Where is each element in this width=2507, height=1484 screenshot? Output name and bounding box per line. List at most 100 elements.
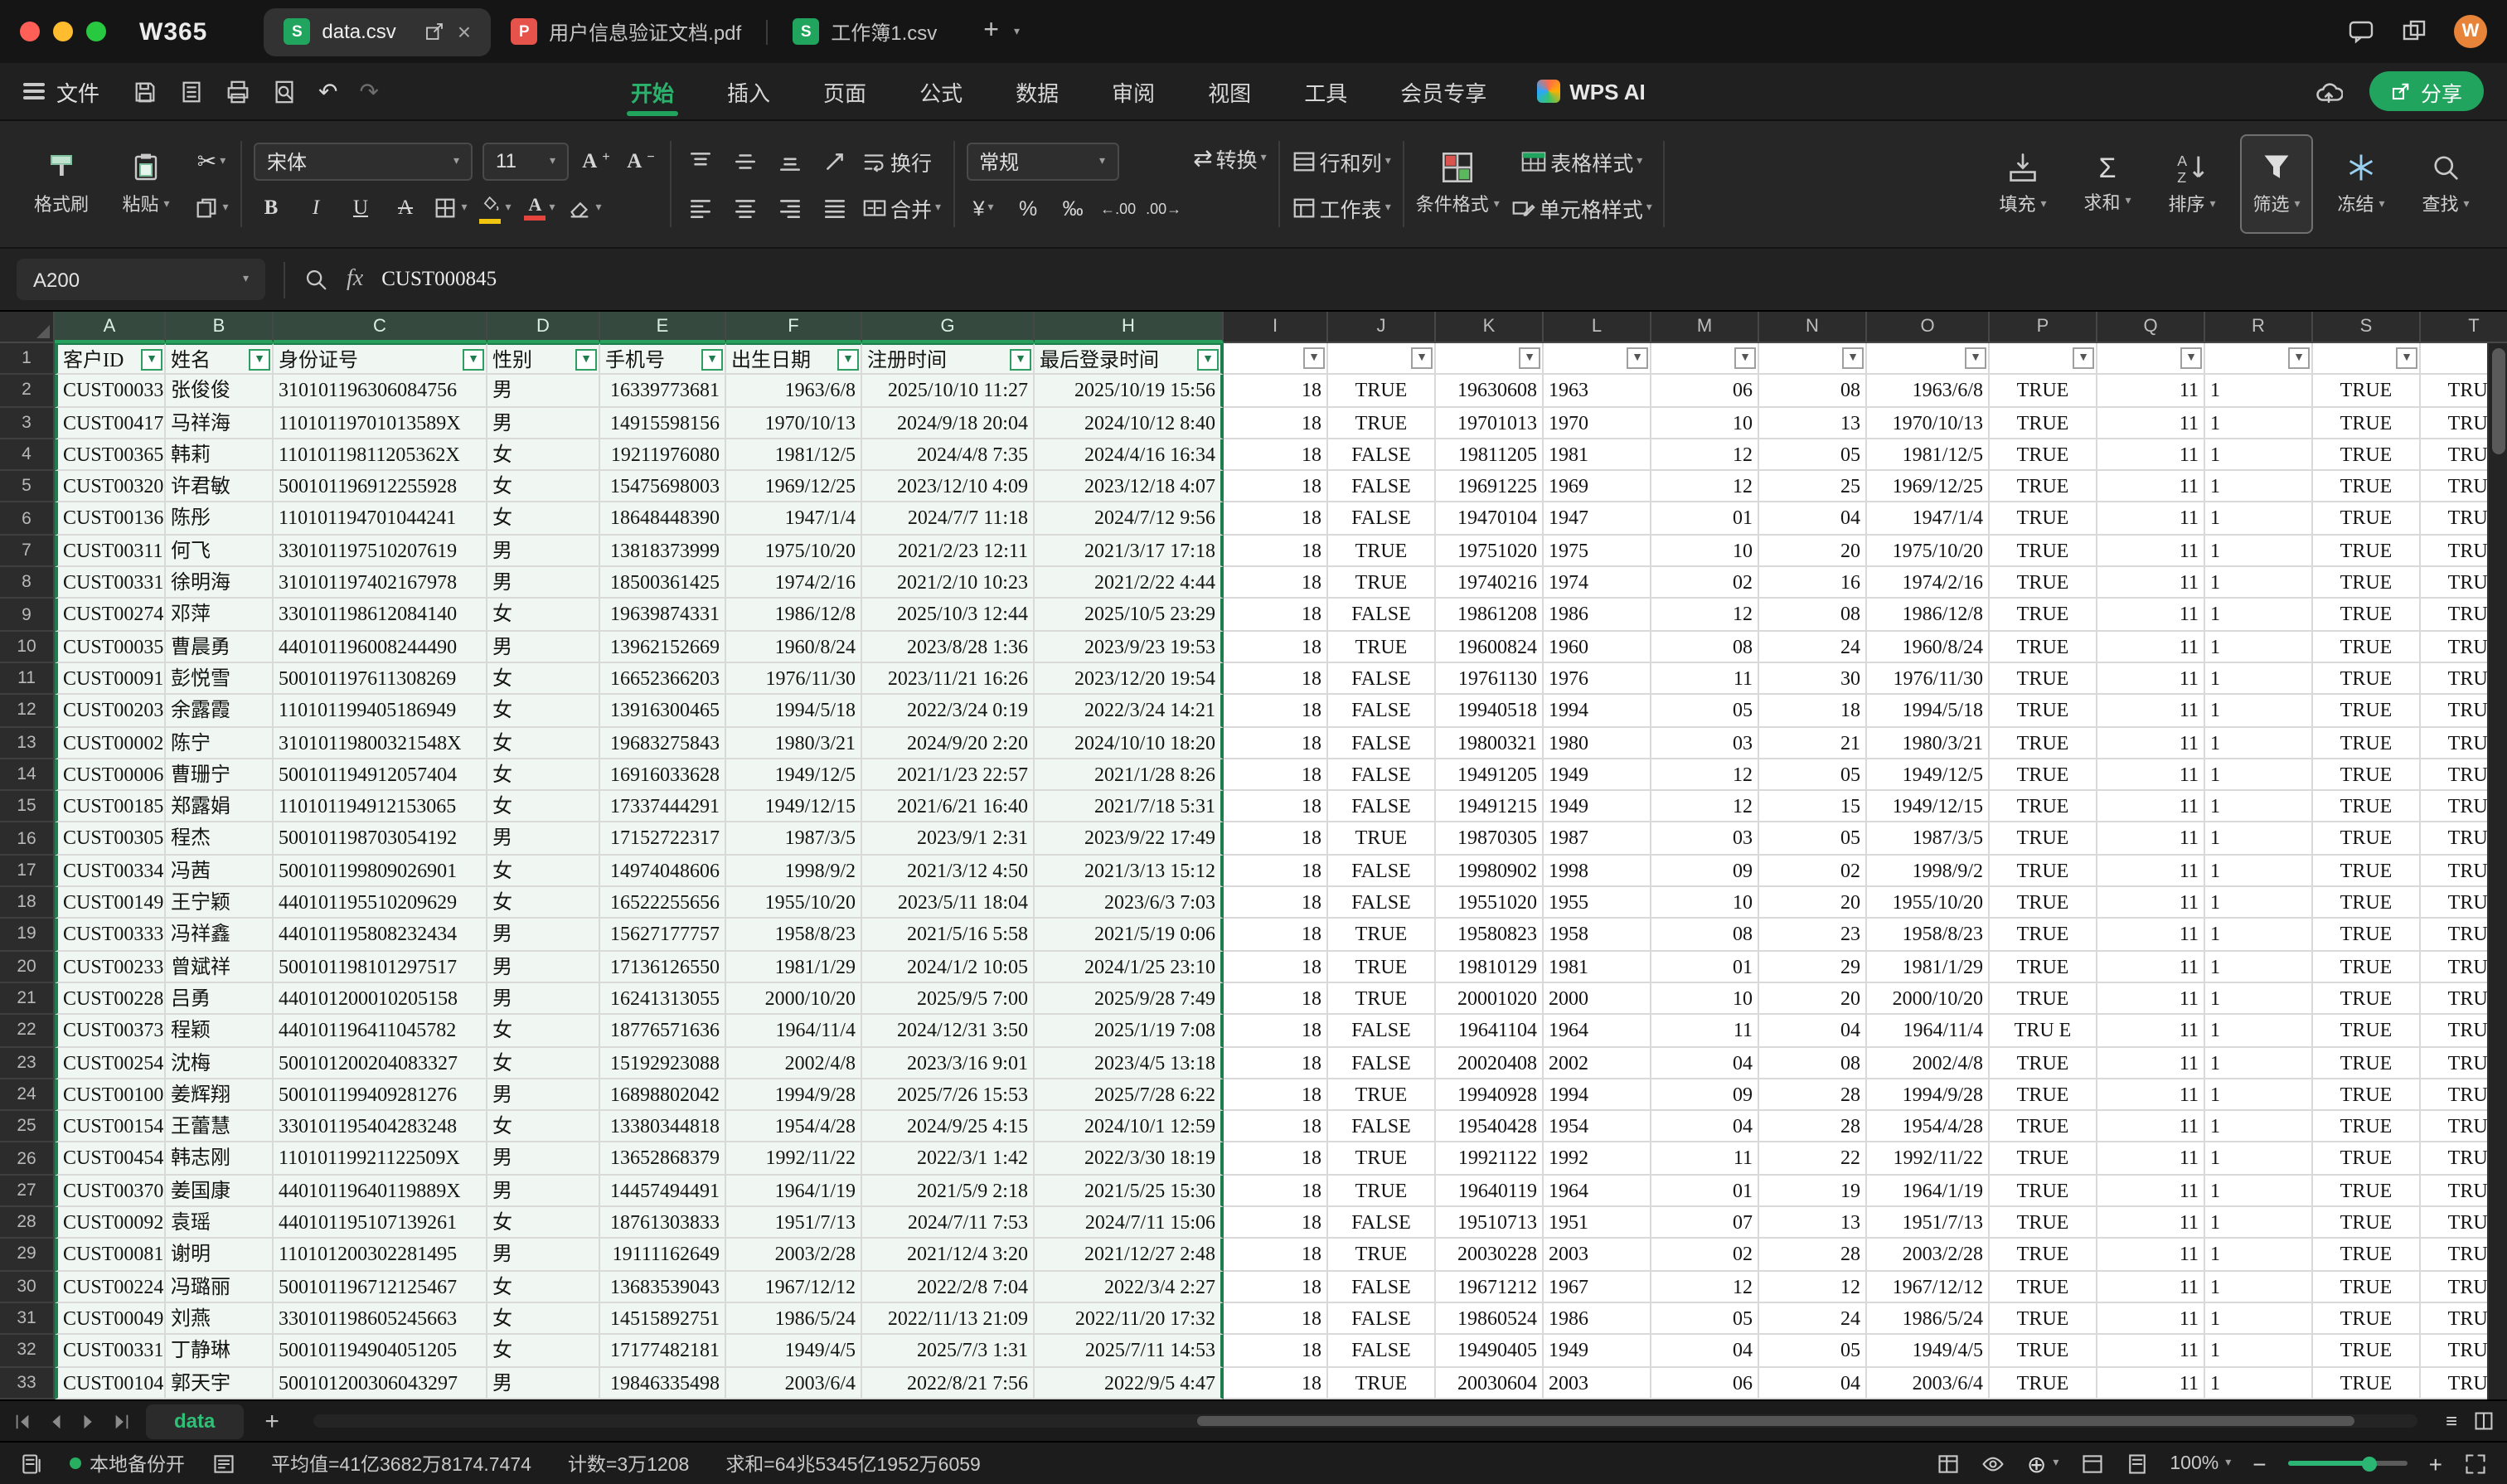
cell-Q2[interactable]: 11 (2097, 376, 2205, 408)
cell-S17[interactable]: TRUE (2313, 856, 2421, 888)
cell-B29[interactable]: 谢明 (166, 1239, 274, 1272)
next-sheet-icon[interactable] (80, 1412, 98, 1430)
cell-F8[interactable]: 1974/2/16 (726, 567, 862, 599)
cell-P14[interactable]: TRUE (1990, 759, 2097, 792)
column-header-T[interactable]: T (2421, 312, 2507, 343)
cell-Q32[interactable]: 11 (2097, 1335, 2205, 1367)
cell-N15[interactable]: 15 (1759, 791, 1867, 823)
cell-O8[interactable]: 1974/2/16 (1867, 567, 1990, 599)
cell-F20[interactable]: 1981/1/29 (726, 951, 862, 983)
cell-Q4[interactable]: 11 (2097, 439, 2205, 472)
row-header-31[interactable]: 31 (0, 1303, 55, 1336)
cell-M28[interactable]: 07 (1651, 1207, 1759, 1239)
column-header-S[interactable]: S (2313, 312, 2421, 343)
find-button[interactable]: 查找▾ (2409, 134, 2482, 234)
row-header-1[interactable]: 1 (0, 343, 55, 376)
cell-G27[interactable]: 2021/5/9 2:18 (862, 1175, 1035, 1207)
normal-view-icon[interactable] (2080, 1452, 2103, 1475)
row-header-15[interactable]: 15 (0, 791, 55, 823)
cell-P11[interactable]: TRUE (1990, 663, 2097, 696)
cell-A13[interactable]: CUST00002 (55, 727, 166, 759)
cell-H4[interactable]: 2024/4/16 16:34 (1035, 439, 1224, 472)
cell-O6[interactable]: 1947/1/4 (1867, 503, 1990, 536)
cell-Q21[interactable]: 11 (2097, 983, 2205, 1016)
cell-S9[interactable]: TRUE (2313, 599, 2421, 632)
row-header-21[interactable]: 21 (0, 983, 55, 1016)
cell-P27[interactable]: TRUE (1990, 1175, 2097, 1207)
cell-J27[interactable]: TRUE (1328, 1175, 1436, 1207)
cell-R29[interactable]: 1 (2205, 1239, 2313, 1272)
row-header-18[interactable]: 18 (0, 887, 55, 919)
cell-F21[interactable]: 2000/10/20 (726, 983, 862, 1016)
cell-C22[interactable]: 440101196411045782 (274, 1015, 487, 1047)
cell-D13[interactable]: 女 (487, 727, 600, 759)
cell-A21[interactable]: CUST00228 (55, 983, 166, 1016)
cell-K32[interactable]: 19490405 (1436, 1335, 1544, 1367)
cell-O23[interactable]: 2002/4/8 (1867, 1047, 1990, 1079)
cell-E8[interactable]: 18500361425 (600, 567, 726, 599)
cell-P33[interactable]: TRUE (1990, 1367, 2097, 1399)
cell-P25[interactable]: TRUE (1990, 1111, 2097, 1143)
cell-S2[interactable]: TRUE (2313, 376, 2421, 408)
cell-L10[interactable]: 1960 (1544, 631, 1651, 663)
cell-A5[interactable]: CUST00320 (55, 471, 166, 503)
cell-A16[interactable]: CUST00305 (55, 823, 166, 856)
row-header-22[interactable]: 22 (0, 1015, 55, 1047)
cell-H17[interactable]: 2021/3/13 15:12 (1035, 856, 1224, 888)
cell-C9[interactable]: 330101198612084140 (274, 599, 487, 632)
cell-M16[interactable]: 03 (1651, 823, 1759, 856)
cell-C18[interactable]: 440101195510209629 (274, 887, 487, 919)
underline-button[interactable]: U (343, 190, 378, 226)
cell-E9[interactable]: 19639874331 (600, 599, 726, 632)
borders-button[interactable]: ▾ (433, 190, 468, 226)
cell-C15[interactable]: 110101194912153065 (274, 791, 487, 823)
local-backup-status[interactable]: 本地备份开 (70, 1450, 185, 1477)
switch-window-icon[interactable] (2401, 18, 2427, 45)
cell-I13[interactable]: 18 (1224, 727, 1328, 759)
cell-J30[interactable]: FALSE (1328, 1271, 1436, 1303)
column-header-I[interactable]: I (1224, 312, 1328, 343)
column-header-M[interactable]: M (1651, 312, 1759, 343)
cell-J7[interactable]: TRUE (1328, 536, 1436, 568)
cell-G19[interactable]: 2021/5/16 5:58 (862, 919, 1035, 952)
cell-B3[interactable]: 马祥海 (166, 407, 274, 439)
currency-format-button[interactable]: ¥▾ (966, 190, 1001, 226)
wps-ai-tab[interactable]: WPS AI (1536, 79, 1646, 104)
cell-R6[interactable]: 1 (2205, 503, 2313, 536)
cell-O5[interactable]: 1969/12/25 (1867, 471, 1990, 503)
cell-P31[interactable]: TRUE (1990, 1303, 2097, 1336)
cell-A9[interactable]: CUST00274 (55, 599, 166, 632)
convert-button[interactable]: ⇄转换▾ (1193, 139, 1267, 176)
cell-A23[interactable]: CUST00254 (55, 1047, 166, 1079)
cell-C5[interactable]: 500101196912255928 (274, 471, 487, 503)
cell-B26[interactable]: 韩志刚 (166, 1143, 274, 1176)
cell-H1[interactable]: 最后登录时间▼ (1035, 343, 1224, 376)
cell-L17[interactable]: 1998 (1544, 856, 1651, 888)
cell-F18[interactable]: 1955/10/20 (726, 887, 862, 919)
cell-I21[interactable]: 18 (1224, 983, 1328, 1016)
cell-K10[interactable]: 19600824 (1436, 631, 1544, 663)
cell-I25[interactable]: 18 (1224, 1111, 1328, 1143)
cell-D33[interactable]: 男 (487, 1367, 600, 1399)
cell-A26[interactable]: CUST00454 (55, 1143, 166, 1176)
cell-B11[interactable]: 彭悦雪 (166, 663, 274, 696)
column-header-E[interactable]: E (600, 312, 726, 343)
minimize-window-button[interactable] (53, 22, 73, 41)
filter-dropdown-K[interactable]: ▼ (1519, 347, 1540, 369)
cell-J6[interactable]: FALSE (1328, 503, 1436, 536)
align-top-button[interactable] (683, 143, 718, 179)
cell-J28[interactable]: FALSE (1328, 1207, 1436, 1239)
cell-C30[interactable]: 500101196712125467 (274, 1271, 487, 1303)
column-header-C[interactable]: C (274, 312, 487, 343)
cell-Q15[interactable]: 11 (2097, 791, 2205, 823)
cell-K1[interactable]: ▼ (1436, 343, 1544, 376)
cell-J24[interactable]: TRUE (1328, 1079, 1436, 1112)
cell-K31[interactable]: 19860524 (1436, 1303, 1544, 1336)
cell-I14[interactable]: 18 (1224, 759, 1328, 792)
cell-D24[interactable]: 男 (487, 1079, 600, 1112)
cell-S5[interactable]: TRUE (2313, 471, 2421, 503)
cell-R8[interactable]: 1 (2205, 567, 2313, 599)
cell-N2[interactable]: 08 (1759, 376, 1867, 408)
cell-G12[interactable]: 2022/3/24 0:19 (862, 696, 1035, 728)
cell-K6[interactable]: 19470104 (1436, 503, 1544, 536)
